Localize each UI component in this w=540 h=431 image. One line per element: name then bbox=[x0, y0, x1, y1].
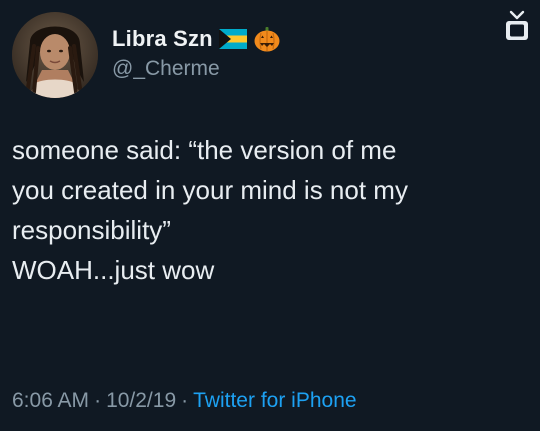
avatar-image bbox=[12, 12, 98, 98]
meta-separator: · bbox=[181, 389, 189, 412]
share-icon[interactable] bbox=[504, 10, 530, 42]
avatar[interactable] bbox=[12, 12, 98, 98]
tweet-date[interactable]: 10/2/19 bbox=[106, 389, 176, 412]
user-handle[interactable]: @_Cherme bbox=[112, 57, 220, 81]
bahamas-flag-icon bbox=[218, 29, 247, 49]
tweet-time[interactable]: 6:06 AM bbox=[12, 389, 89, 412]
display-name[interactable]: Libra Szn bbox=[112, 26, 213, 52]
meta-separator: · bbox=[94, 389, 102, 412]
user-name-row: Libra Szn bbox=[112, 24, 281, 54]
tweet-text-line: you created in your mind is not my bbox=[12, 175, 408, 205]
tweet-card: Libra Szn @_Cherme someone said: “the ve… bbox=[0, 0, 540, 431]
tweet-source-link[interactable]: Twitter for iPhone bbox=[193, 389, 356, 412]
tweet-text-line: someone said: “the version of me bbox=[12, 135, 397, 165]
tweet-text-line: responsibility” bbox=[12, 215, 171, 245]
jack-o-lantern-icon bbox=[253, 25, 281, 53]
tweet-metadata: 6:06 AM · 10/2/19 · Twitter for iPhone bbox=[12, 389, 357, 413]
tweet-text-line: WOAH...just wow bbox=[12, 255, 215, 285]
tweet-text: someone said: “the version of me you cre… bbox=[12, 130, 528, 290]
